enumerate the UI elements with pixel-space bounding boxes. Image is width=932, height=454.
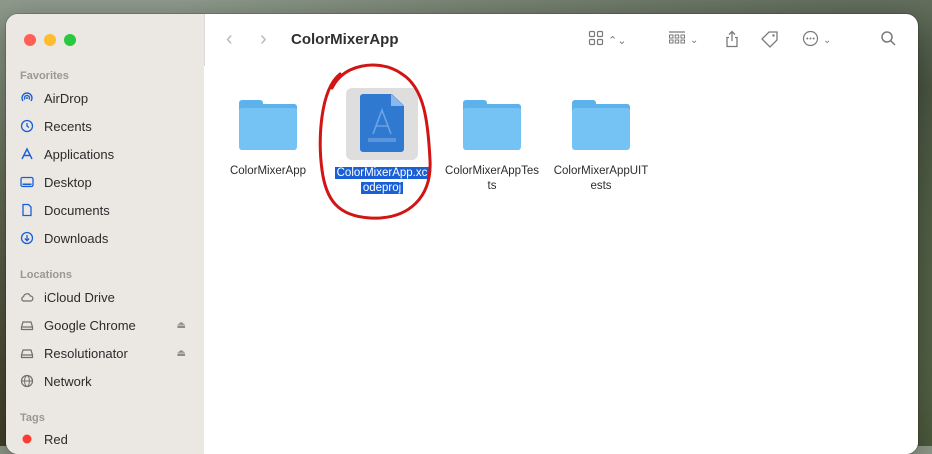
tags-button[interactable] [760,30,780,52]
file-label-line-1: ColorMixerAppTes [445,165,539,177]
file-label-line-2: ts [487,180,497,192]
search-button[interactable] [880,30,897,51]
file-label-line-2: ests [590,180,612,192]
sidebar-item-applications[interactable]: Applications [20,142,190,166]
share-icon [724,30,740,52]
file-item-xcodeproj[interactable]: ColorMixerApp.xc odeproj [327,86,437,196]
file-label-line-1: ColorMixerAppUIT [553,165,649,177]
sidebar-item-label: Red [44,431,68,447]
file-area: ColorMixerApp ColorMixerApp.xc odeproj C… [204,66,918,454]
locations-heading: Locations [20,269,72,281]
chevron-down-icon: ⌄ [823,35,832,46]
disk-icon [20,346,34,360]
icon-grid-icon [588,30,604,50]
toolbar: ‹ › ColorMixerApp ⌃⌄ ⌄ ⌄ [204,14,918,66]
sidebar-item-tag-red[interactable]: Red [20,427,190,451]
sidebar-item-desktop[interactable]: Desktop [20,170,190,194]
sidebar-item-airdrop[interactable]: AirDrop [20,86,190,110]
document-icon [20,203,34,217]
back-button[interactable]: ‹ [226,29,233,49]
file-item-folder[interactable]: ColorMixerAppUIT ests [546,86,656,194]
cloud-icon [20,290,34,304]
download-icon [20,231,34,245]
window-title: ColorMixerApp [291,31,399,48]
clock-icon [20,119,34,133]
red-tag-dot-icon [20,432,34,446]
globe-icon [20,374,34,388]
sidebar-item-label: Recents [44,118,92,134]
file-item-label: ColorMixerApp [229,165,307,177]
view-mode-button[interactable]: ⌃⌄ [588,30,626,50]
group-grid-icon [668,30,686,50]
window-controls [24,34,76,46]
file-item-folder[interactable]: ColorMixerAppTes ts [437,86,547,194]
group-by-button[interactable]: ⌄ [668,30,698,50]
folder-icon [572,100,630,150]
sidebar: Favorites AirDrop Recents Applications D… [6,14,205,454]
ellipsis-circle-icon [802,30,819,51]
favorites-heading: Favorites [20,70,69,82]
more-actions-button[interactable]: ⌄ [802,30,831,51]
minimize-button[interactable] [44,34,56,46]
file-item-folder[interactable]: ColorMixerApp [213,86,323,179]
eject-icon[interactable]: ⏏ [177,348,186,359]
file-label-line-2: odeproj [360,182,404,194]
tag-icon [760,30,780,52]
sidebar-item-label: Desktop [44,174,92,190]
sidebar-item-recents[interactable]: Recents [20,114,190,138]
desktop-icon [20,175,34,189]
sidebar-item-label: iCloud Drive [44,289,115,305]
file-label-line-1: ColorMixerApp.xc [334,167,430,179]
forward-button[interactable]: › [260,29,267,49]
sidebar-item-label: Downloads [44,230,109,246]
sidebar-item-label: Network [44,373,92,389]
sidebar-item-label: AirDrop [44,90,89,106]
sidebar-item-documents[interactable]: Documents [20,198,190,222]
zoom-button[interactable] [64,34,76,46]
folder-icon [239,100,297,150]
search-icon [880,30,897,51]
sidebar-item-label: Resolutionator [44,345,128,361]
sidebar-item-label: Applications [44,146,115,162]
airdrop-icon [20,91,34,105]
chevron-down-icon: ⌄ [690,34,699,46]
sidebar-item-label: Documents [44,202,110,218]
file-item-label: ColorMixerAppTes ts [437,164,547,194]
selection-highlight [346,88,418,160]
file-item-label: ColorMixerAppUIT ests [546,164,656,194]
sidebar-item-google-chrome[interactable]: Google Chrome ⏏ [20,313,190,337]
disk-icon [20,318,34,332]
sidebar-item-resolutionator[interactable]: Resolutionator ⏏ [20,341,190,365]
tags-heading: Tags [20,412,45,424]
folder-icon [463,100,521,150]
chevron-updown-icon: ⌃⌄ [608,34,627,47]
eject-icon[interactable]: ⏏ [177,320,186,331]
share-button[interactable] [724,30,740,52]
sidebar-item-network[interactable]: Network [20,369,190,393]
close-button[interactable] [24,34,36,46]
applications-icon [20,147,34,161]
sidebar-item-icloud-drive[interactable]: iCloud Drive [20,285,190,309]
sidebar-item-label: Google Chrome [44,317,136,333]
sidebar-item-downloads[interactable]: Downloads [20,226,190,250]
file-item-label-selected: ColorMixerApp.xc odeproj [334,166,430,196]
finder-window: Favorites AirDrop Recents Applications D… [6,14,918,454]
